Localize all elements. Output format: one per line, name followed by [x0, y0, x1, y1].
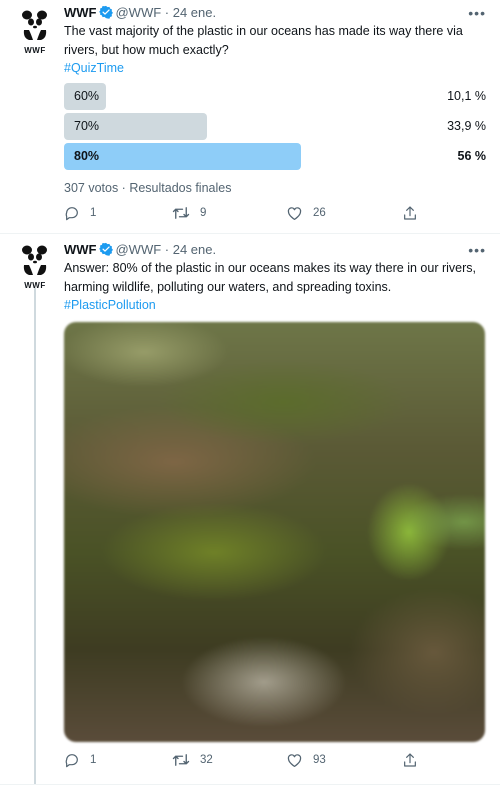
more-options-icon[interactable]: •••: [468, 5, 486, 21]
poll-option-result-winner: 56 %: [457, 149, 487, 163]
tweet-actions: 1 32 93: [64, 752, 424, 772]
poll-option-result: 10,1 %: [447, 89, 486, 103]
verified-badge-icon: [99, 242, 114, 256]
thread-line: [34, 288, 36, 784]
poll-bar-winner: [64, 143, 301, 170]
poll-option-result: 33,9 %: [447, 119, 486, 133]
panda-logo-icon: [22, 245, 47, 275]
share-button[interactable]: [402, 752, 418, 768]
verified-badge-icon: [99, 5, 114, 19]
reply-button[interactable]: 1: [64, 752, 96, 768]
retweet-count: 32: [200, 754, 213, 766]
author-handle[interactable]: @WWF: [115, 5, 161, 20]
like-button[interactable]: 93: [286, 752, 326, 768]
tweet-header: WWF @WWF · 24 ene.: [64, 5, 216, 21]
like-count: 93: [313, 754, 326, 766]
tweet-actions: 1 9 26: [64, 205, 424, 225]
retweet-button[interactable]: 32: [172, 752, 213, 768]
tweet-header: WWF @WWF · 24 ene.: [64, 242, 216, 258]
retweet-button[interactable]: 9: [172, 205, 206, 221]
bottom-divider: [0, 784, 500, 785]
author-handle[interactable]: @WWF: [115, 242, 161, 257]
poll-summary: 307 votos · Resultados finales: [64, 181, 232, 195]
poll-option-label: 60%: [74, 89, 100, 103]
like-button[interactable]: 26: [286, 205, 326, 221]
poll-option-label: 70%: [74, 119, 100, 133]
retweet-count: 9: [200, 207, 207, 219]
share-button[interactable]: [402, 205, 418, 221]
author-name[interactable]: WWF: [64, 5, 96, 20]
tweet-text: Answer: 80% of the plastic in our oceans…: [64, 259, 489, 315]
share-icon: [404, 206, 416, 220]
tweet-body: Answer: 80% of the plastic in our oceans…: [64, 261, 476, 294]
author-name[interactable]: WWF: [64, 242, 96, 257]
reply-icon: [65, 207, 78, 221]
retweet-icon: [172, 207, 190, 219]
share-icon: [404, 753, 416, 767]
reply-button[interactable]: 1: [64, 205, 96, 221]
hashtag-link[interactable]: #PlasticPollution: [64, 296, 489, 315]
tweet-photo[interactable]: [64, 322, 485, 742]
tweet-quiz[interactable]: WWF WWF @WWF · 24 ene. ••• The vast major…: [0, 0, 500, 238]
like-count: 26: [313, 207, 326, 219]
more-options-icon[interactable]: •••: [468, 242, 486, 258]
reply-icon: [65, 754, 78, 768]
tweet-time[interactable]: · 24 ene.: [165, 5, 216, 20]
heart-icon: [287, 754, 302, 768]
reply-count: 1: [90, 754, 97, 766]
hashtag-link[interactable]: #QuizTime: [64, 59, 489, 78]
heart-icon: [287, 207, 302, 221]
wwf-avatar[interactable]: WWF: [20, 245, 50, 290]
poll-option-label-winner: 80%: [74, 149, 100, 163]
wwf-logo-text: WWF: [24, 46, 46, 55]
retweet-icon: [172, 754, 190, 766]
reply-count: 1: [90, 207, 97, 219]
wwf-avatar[interactable]: WWF: [20, 10, 50, 55]
tweet-text: The vast majority of the plastic in our …: [64, 22, 489, 78]
panda-logo-icon: [22, 10, 47, 40]
tweet-body: The vast majority of the plastic in our …: [64, 24, 463, 57]
tweet-time[interactable]: · 24 ene.: [165, 242, 216, 257]
